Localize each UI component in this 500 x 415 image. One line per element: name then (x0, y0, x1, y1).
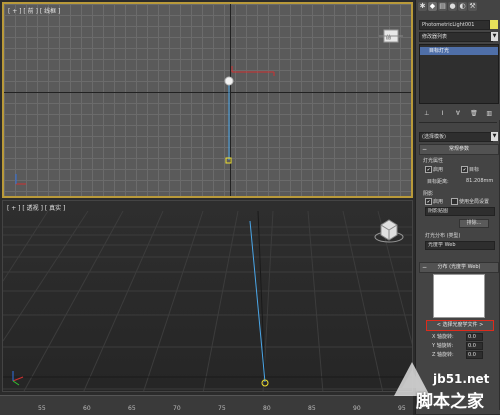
x-rotation-label: X 轴旋转: (432, 334, 454, 340)
divider (419, 122, 497, 123)
front-viewport[interactable]: [ + ] [ 前 ] [ 线框 ] 前 (2, 2, 413, 198)
tick-label: 85 (308, 405, 316, 412)
web-rollout-header[interactable]: − 分布 (光度学 Web) (419, 262, 499, 273)
tick-label: 80 (263, 405, 271, 412)
shadows-enabled-checkbox[interactable]: ✔ 启用 (425, 198, 443, 205)
y-rotation-label: Y 轴旋转: (432, 343, 454, 349)
tick-label: 95 (398, 405, 406, 412)
object-color-swatch[interactable] (490, 20, 498, 29)
exclude-button[interactable]: 排除... (459, 219, 489, 228)
command-panel: ✱ ◆ ▤ ● ◐ ⚒ PhotometricLight001 修改器列表 ▼ … (415, 0, 500, 414)
template-dropdown[interactable]: (选择模板) (419, 132, 493, 142)
general-params-title: 常规参数 (448, 146, 469, 152)
stack-toolbar: ⊥ Ⅰ ∀ 🗑 ▥ (419, 108, 497, 118)
perspective-grid (3, 210, 412, 391)
chevron-down-icon[interactable]: ▼ (491, 32, 498, 41)
light-gizmo[interactable]: 前 (4, 4, 413, 198)
chevron-down-icon[interactable]: ▼ (491, 132, 498, 141)
hierarchy-tab-icon[interactable]: ▤ (438, 2, 447, 11)
check-icon: ✔ (461, 166, 468, 173)
modifier-stack[interactable]: 目标灯光 (419, 44, 499, 104)
watermark-brand: 脚本之家 (416, 392, 484, 412)
command-panel-tabs: ✱ ◆ ▤ ● ◐ ⚒ (416, 0, 500, 13)
z-rotation-spinner[interactable]: 0.0 (466, 351, 483, 359)
collapse-icon: − (422, 264, 428, 271)
tick-label: 60 (83, 405, 91, 412)
enabled-checkbox[interactable]: ✔ 启用 (425, 166, 443, 173)
web-rollout-title: 分布 (光度学 Web) (437, 264, 481, 270)
x-rotation-spinner[interactable]: 0.0 (466, 333, 483, 341)
z-rotation-label: Z 轴旋转: (432, 352, 454, 358)
tick-label: 55 (38, 405, 46, 412)
y-rotation-spinner[interactable]: 0.0 (466, 342, 483, 350)
tick-label: 70 (173, 405, 181, 412)
collapse-icon: − (422, 146, 428, 153)
web-preview-image (433, 274, 485, 318)
remove-modifier-icon[interactable]: 🗑 (470, 110, 478, 117)
modifier-list-dropdown[interactable]: 修改器列表 (419, 32, 493, 42)
make-unique-icon[interactable]: ∀ (454, 110, 461, 117)
display-tab-icon[interactable]: ◐ (458, 2, 467, 11)
shadow-type-dropdown[interactable]: 阴影贴图 (425, 207, 495, 216)
perspective-viewport[interactable]: [ + ] [ 透视 ] [ 真实 ] (2, 200, 413, 392)
check-icon: ✔ (425, 166, 432, 173)
create-tab-icon[interactable]: ✱ (418, 2, 427, 11)
object-name-field[interactable]: PhotometricLight001 (419, 20, 490, 30)
modify-tab-icon[interactable]: ◆ (428, 2, 437, 11)
stack-item-target-light[interactable]: 目标灯光 (420, 47, 498, 55)
target-distance-label: 目标距离: (427, 179, 449, 185)
viewcube-icon (374, 219, 404, 243)
target-distance-value: 81.208mm (466, 178, 494, 184)
svg-text:前: 前 (386, 34, 391, 41)
utilities-tab-icon[interactable]: ⚒ (468, 2, 477, 11)
pin-stack-icon[interactable]: ⊥ (423, 110, 430, 117)
axis-tripod-icon (12, 371, 24, 386)
tick-label: 65 (128, 405, 136, 412)
distribution-label: 灯光分布 (类型) (425, 233, 461, 239)
tick-label: 90 (353, 405, 361, 412)
tick-label: 75 (218, 405, 226, 412)
show-end-result-icon[interactable]: Ⅰ (439, 110, 446, 117)
targeted-checkbox[interactable]: ✔ 目标 (461, 166, 479, 173)
general-params-rollout-header[interactable]: − 常规参数 (419, 144, 499, 155)
configure-sets-icon[interactable]: ▥ (486, 110, 493, 117)
timeline-ruler[interactable]: 55 60 65 70 75 80 85 90 95 (0, 395, 413, 415)
motion-tab-icon[interactable]: ● (448, 2, 457, 11)
use-global-checkbox[interactable]: 使用全局设置 (451, 198, 489, 205)
watermark-site: jb51.net (433, 372, 490, 386)
distribution-dropdown[interactable]: 光度学 Web (425, 241, 495, 250)
viewcube-icon: 前 (379, 29, 403, 43)
check-icon: ✔ (425, 198, 432, 205)
check-icon (451, 198, 458, 205)
choose-photometric-file-button[interactable]: < 选择光度学文件 > (426, 320, 494, 331)
shadows-label: 阴影 (423, 191, 434, 197)
light-properties-label: 灯光属性 (423, 158, 444, 164)
axis-tripod-icon (15, 174, 26, 185)
